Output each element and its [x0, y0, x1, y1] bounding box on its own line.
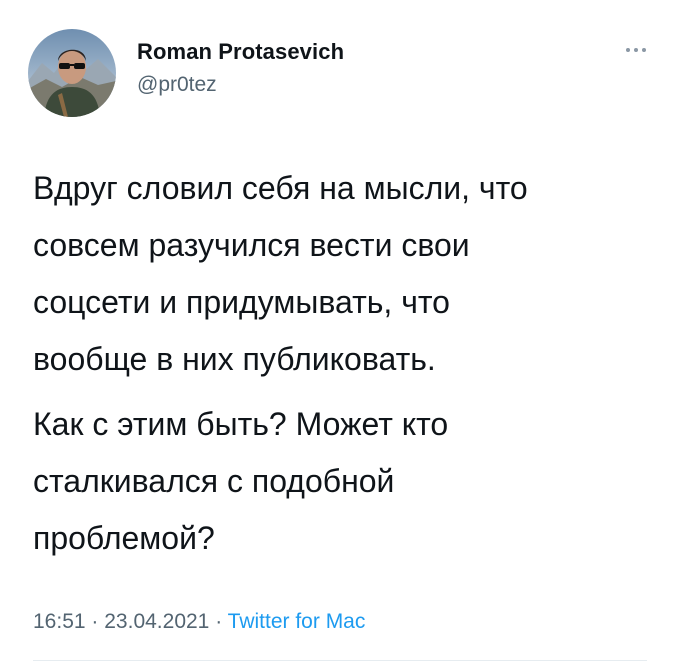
author-handle[interactable]: @pr0tez — [137, 73, 217, 97]
ellipsis-icon — [626, 48, 630, 52]
tweet-line: сталкивался с подобной — [33, 463, 395, 499]
tweet-line: проблемой? — [33, 520, 215, 556]
divider — [33, 660, 647, 661]
ellipsis-icon — [642, 48, 646, 52]
tweet-line: Как с этим быть? Может кто — [33, 406, 449, 442]
tweet-time[interactable]: 16:51 — [33, 610, 86, 633]
more-options-button[interactable] — [618, 40, 654, 60]
ellipsis-icon — [634, 48, 638, 52]
tweet-meta: 16:51 · 23.04.2021 · Twitter for Mac — [33, 610, 365, 634]
tweet-card: Roman Protasevich @pr0tez Вдруг словил с… — [0, 0, 680, 668]
author-name[interactable]: Roman Protasevich — [137, 39, 344, 65]
meta-separator: · — [91, 610, 99, 633]
tweet-line: совсем разучился вести свои — [33, 227, 470, 263]
author-avatar[interactable] — [28, 29, 116, 117]
tweet-date[interactable]: 23.04.2021 — [104, 610, 209, 633]
tweet-source-link[interactable]: Twitter for Mac — [228, 610, 366, 633]
profile-photo-icon — [28, 29, 116, 117]
tweet-paragraph: Как с этим быть? Может кто сталкивался с… — [33, 396, 653, 567]
tweet-text: Вдруг словил себя на мысли, что совсем р… — [33, 160, 653, 567]
tweet-line: Вдруг словил себя на мысли, что — [33, 170, 528, 206]
tweet-paragraph: Вдруг словил себя на мысли, что совсем р… — [33, 160, 653, 388]
tweet-line: вообще в них публиковать. — [33, 341, 436, 377]
tweet-line: соцсети и придумывать, что — [33, 284, 450, 320]
meta-separator: · — [215, 610, 223, 633]
